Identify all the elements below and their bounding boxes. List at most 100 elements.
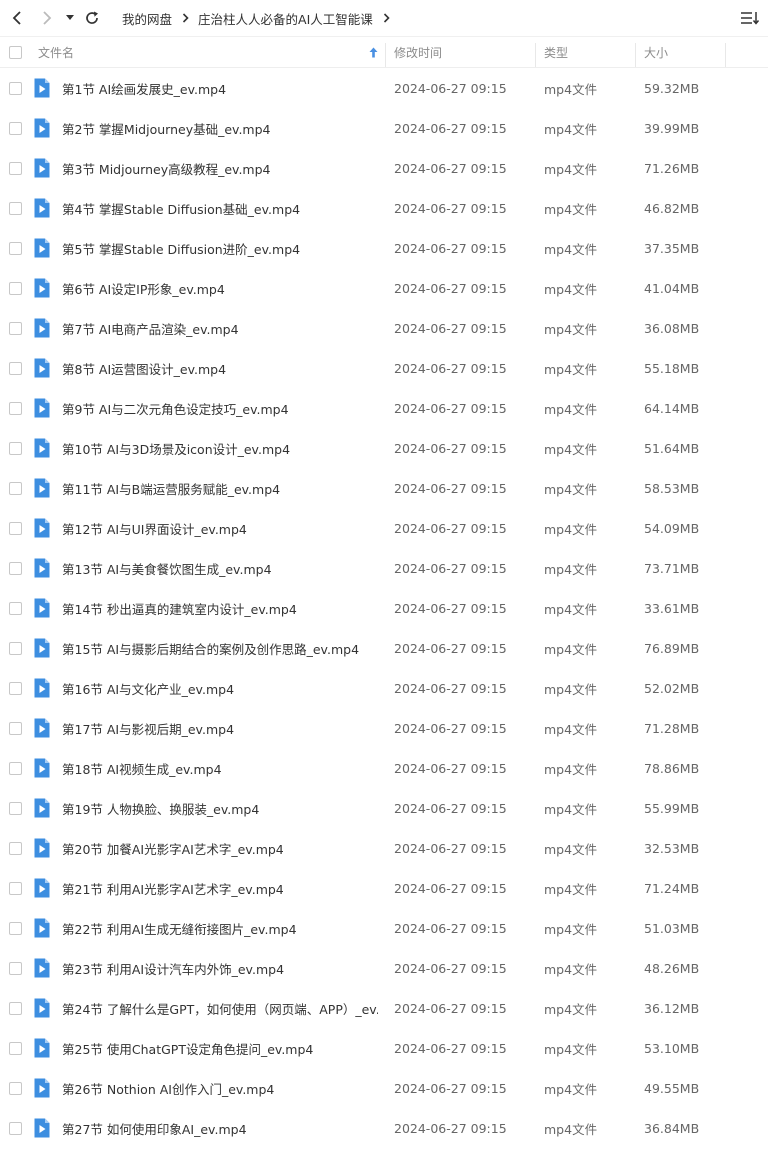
row-checkbox[interactable] [9, 1041, 22, 1055]
row-checkbox[interactable] [9, 161, 22, 175]
file-row[interactable]: 第9节 AI与二次元角色设定技巧_ev.mp4 2024-06-27 09:15 m… [0, 388, 768, 428]
file-row[interactable]: 第8节 AI运营图设计_ev.mp4 2024-06-27 09:15 mp4文件 5… [0, 348, 768, 388]
file-row[interactable]: 第10节 AI与3D场景及icon设计_ev.mp4 2024-06-27 09:… [0, 428, 768, 468]
row-checkbox[interactable] [9, 361, 22, 375]
file-row[interactable]: 第15节 AI与摄影后期结合的案例及创作思路_ev.mp4 2024-06-27 … [0, 628, 768, 668]
file-row[interactable]: 第19节 人物换脸、换服装_ev.mp4 2024-06-27 09:15 mp4文… [0, 788, 768, 828]
row-checkbox[interactable] [9, 601, 22, 615]
forward-icon[interactable] [37, 8, 57, 28]
row-checkbox[interactable] [9, 761, 22, 775]
row-checkbox[interactable] [9, 281, 22, 295]
row-checkbox[interactable] [9, 561, 22, 575]
row-checkbox[interactable] [9, 81, 22, 95]
breadcrumb-root[interactable]: 我的网盘 [122, 9, 172, 28]
row-checkbox[interactable] [9, 721, 22, 735]
list-view-icon[interactable] [740, 9, 760, 27]
row-checkbox[interactable] [9, 641, 22, 655]
file-row[interactable]: 第18节 AI视频生成_ev.mp4 2024-06-27 09:15 mp4文件 7… [0, 748, 768, 788]
file-row[interactable]: 第24节 了解什么是GPT，如何使用（网页端、APP）_ev.... 2024-0… [0, 988, 768, 1028]
column-divider[interactable] [725, 43, 726, 67]
row-checkbox[interactable] [9, 401, 22, 415]
file-name[interactable]: 第7节 AI电商产品渲染_ev.mp4 [62, 308, 239, 348]
file-row[interactable]: 第16节 AI与文化产业_ev.mp4 2024-06-27 09:15 mp4文件… [0, 668, 768, 708]
column-name[interactable]: 文件名 [38, 37, 74, 68]
file-row[interactable]: 第21节 利用AI光影字AI艺术字_ev.mp4 2024-06-27 09:15… [0, 868, 768, 908]
breadcrumb-current[interactable]: 庄治柱人人必备的AI人工智能课 [198, 9, 373, 28]
file-name[interactable]: 第8节 AI运营图设计_ev.mp4 [62, 348, 226, 388]
file-name[interactable]: 第2节 掌握Midjourney基础_ev.mp4 [62, 108, 271, 148]
file-name[interactable]: 第3节 Midjourney高级教程_ev.mp4 [62, 148, 271, 188]
file-row[interactable]: 第2节 掌握Midjourney基础_ev.mp4 2024-06-27 09:1… [0, 108, 768, 148]
column-size[interactable]: 大小 [644, 37, 668, 68]
file-name[interactable]: 第16节 AI与文化产业_ev.mp4 [62, 668, 234, 708]
file-row[interactable]: 第22节 利用AI生成无缝衔接图片_ev.mp4 2024-06-27 09:15… [0, 908, 768, 948]
file-name[interactable]: 第5节 掌握Stable Diffusion进阶_ev.mp4 [62, 228, 300, 268]
file-row[interactable]: 第11节 AI与B端运营服务赋能_ev.mp4 2024-06-27 09:15 m… [0, 468, 768, 508]
row-checkbox[interactable] [9, 481, 22, 495]
file-name[interactable]: 第12节 AI与UI界面设计_ev.mp4 [62, 508, 247, 548]
file-name[interactable]: 第25节 使用ChatGPT设定角色提问_ev.mp4 [62, 1028, 313, 1068]
row-checkbox[interactable] [9, 921, 22, 935]
column-divider[interactable] [635, 43, 636, 67]
file-row[interactable]: 第17节 AI与影视后期_ev.mp4 2024-06-27 09:15 mp4文件… [0, 708, 768, 748]
file-row[interactable]: 第1节 AI绘画发展史_ev.mp4 2024-06-27 09:15 mp4文件 5… [0, 68, 768, 108]
row-checkbox[interactable] [9, 321, 22, 335]
column-type[interactable]: 类型 [544, 37, 568, 68]
file-row[interactable]: 第14节 秒出逼真的建筑室内设计_ev.mp4 2024-06-27 09:15 m… [0, 588, 768, 628]
file-row[interactable]: 第7节 AI电商产品渲染_ev.mp4 2024-06-27 09:15 mp4文件… [0, 308, 768, 348]
file-name[interactable]: 第9节 AI与二次元角色设定技巧_ev.mp4 [62, 388, 289, 428]
file-name[interactable]: 第14节 秒出逼真的建筑室内设计_ev.mp4 [62, 588, 297, 628]
row-checkbox[interactable] [9, 1121, 22, 1135]
row-checkbox[interactable] [9, 441, 22, 455]
file-name[interactable]: 第13节 AI与美食餐饮图生成_ev.mp4 [62, 548, 272, 588]
file-name[interactable]: 第21节 利用AI光影字AI艺术字_ev.mp4 [62, 868, 284, 908]
file-row[interactable]: 第25节 使用ChatGPT设定角色提问_ev.mp4 2024-06-27 09… [0, 1028, 768, 1068]
select-all-checkbox[interactable] [9, 46, 22, 59]
file-row[interactable]: 第12节 AI与UI界面设计_ev.mp4 2024-06-27 09:15 mp4… [0, 508, 768, 548]
file-name[interactable]: 第10节 AI与3D场景及icon设计_ev.mp4 [62, 428, 290, 468]
file-row[interactable]: 第13节 AI与美食餐饮图生成_ev.mp4 2024-06-27 09:15 mp… [0, 548, 768, 588]
refresh-icon[interactable] [82, 8, 102, 28]
file-row[interactable]: 第6节 AI设定IP形象_ev.mp4 2024-06-27 09:15 mp4文件… [0, 268, 768, 308]
back-icon[interactable] [7, 8, 27, 28]
row-checkbox[interactable] [9, 881, 22, 895]
column-divider[interactable] [535, 43, 536, 67]
row-checkbox[interactable] [9, 201, 22, 215]
row-checkbox[interactable] [9, 681, 22, 695]
file-row[interactable]: 第26节 Nothion AI创作入门_ev.mp4 2024-06-27 09:… [0, 1068, 768, 1108]
sort-ascending-icon[interactable] [369, 37, 378, 68]
row-checkbox[interactable] [9, 241, 22, 255]
file-name[interactable]: 第1节 AI绘画发展史_ev.mp4 [62, 68, 226, 108]
file-name[interactable]: 第22节 利用AI生成无缝衔接图片_ev.mp4 [62, 908, 297, 948]
row-checkbox[interactable] [9, 121, 22, 135]
row-checkbox[interactable] [9, 1001, 22, 1015]
file-row[interactable]: 第3节 Midjourney高级教程_ev.mp4 2024-06-27 09:1… [0, 148, 768, 188]
column-modified-time[interactable]: 修改时间 [394, 37, 442, 68]
file-name[interactable]: 第6节 AI设定IP形象_ev.mp4 [62, 268, 225, 308]
row-checkbox[interactable] [9, 1081, 22, 1095]
file-name[interactable]: 第11节 AI与B端运营服务赋能_ev.mp4 [62, 468, 280, 508]
file-row[interactable]: 第20节 加餐AI光影字AI艺术字_ev.mp4 2024-06-27 09:15… [0, 828, 768, 868]
column-divider[interactable] [385, 43, 386, 67]
row-checkbox[interactable] [9, 521, 22, 535]
file-name[interactable]: 第26节 Nothion AI创作入门_ev.mp4 [62, 1068, 274, 1108]
file-name[interactable]: 第24节 了解什么是GPT，如何使用（网页端、APP）_ev.... [62, 988, 378, 1028]
video-file-icon [33, 148, 50, 188]
file-name[interactable]: 第27节 如何使用印象AI_ev.mp4 [62, 1108, 247, 1148]
file-name[interactable]: 第4节 掌握Stable Diffusion基础_ev.mp4 [62, 188, 300, 228]
row-checkbox[interactable] [9, 841, 22, 855]
file-name[interactable]: 第18节 AI视频生成_ev.mp4 [62, 748, 222, 788]
file-name[interactable]: 第23节 利用AI设计汽车内外饰_ev.mp4 [62, 948, 284, 988]
file-row[interactable]: 第5节 掌握Stable Diffusion进阶_ev.mp4 2024-06-2… [0, 228, 768, 268]
file-name[interactable]: 第15节 AI与摄影后期结合的案例及创作思路_ev.mp4 [62, 628, 359, 668]
chevron-right-icon[interactable] [383, 13, 390, 23]
row-checkbox[interactable] [9, 961, 22, 975]
file-name[interactable]: 第19节 人物换脸、换服装_ev.mp4 [62, 788, 259, 828]
file-row[interactable]: 第4节 掌握Stable Diffusion基础_ev.mp4 2024-06-2… [0, 188, 768, 228]
file-row[interactable]: 第23节 利用AI设计汽车内外饰_ev.mp4 2024-06-27 09:15 m… [0, 948, 768, 988]
dropdown-icon[interactable] [62, 8, 78, 28]
file-name[interactable]: 第20节 加餐AI光影字AI艺术字_ev.mp4 [62, 828, 284, 868]
file-row[interactable]: 第27节 如何使用印象AI_ev.mp4 2024-06-27 09:15 mp4文… [0, 1108, 768, 1148]
file-name[interactable]: 第17节 AI与影视后期_ev.mp4 [62, 708, 234, 748]
row-checkbox[interactable] [9, 801, 22, 815]
